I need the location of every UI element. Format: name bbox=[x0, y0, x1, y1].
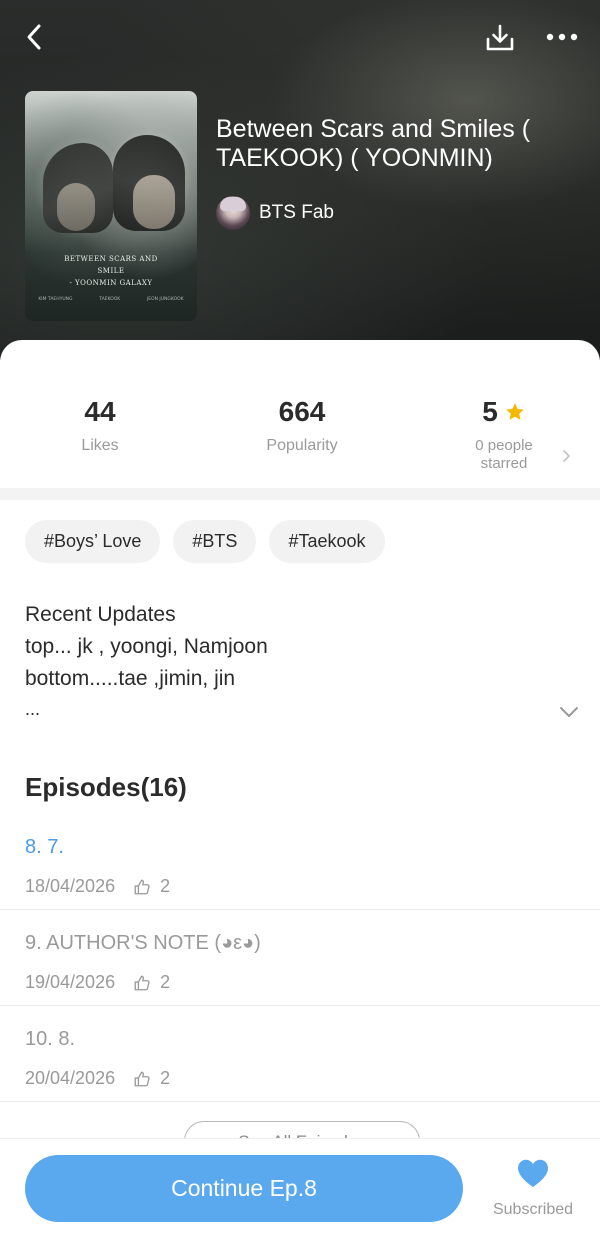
cover-name-right: JEON JUNGKOOK bbox=[146, 297, 184, 302]
thumbs-up-icon bbox=[134, 975, 150, 990]
likes-stat: 44 Likes bbox=[0, 394, 200, 455]
author-avatar bbox=[216, 196, 250, 230]
book-cover: BETWEEN SCARS AND SMILE - YOONMIN GALAXY… bbox=[25, 91, 197, 321]
episode-title: 9. AUTHOR'S NOTE (◕ε◕) bbox=[25, 932, 261, 954]
episode-likes: 2 bbox=[160, 972, 171, 992]
tag-boys-love[interactable]: #Boys’ Love bbox=[25, 520, 161, 563]
episodes-heading: Episodes(16) bbox=[25, 772, 187, 802]
thumbs-up-icon bbox=[134, 879, 150, 894]
chevron-down-icon[interactable] bbox=[556, 700, 582, 724]
likes-value: 44 bbox=[84, 396, 116, 427]
subscribe-button[interactable]: Subscribed bbox=[488, 1158, 578, 1224]
cover-face-left bbox=[57, 183, 95, 231]
rating-row: 5 bbox=[404, 394, 600, 430]
popularity-value: 664 bbox=[278, 396, 326, 427]
row-divider bbox=[0, 1101, 600, 1102]
chevron-right-icon[interactable] bbox=[558, 448, 574, 464]
more-options-button[interactable] bbox=[540, 20, 584, 54]
cover-face-right bbox=[133, 175, 175, 229]
popularity-label: Popularity bbox=[266, 437, 338, 454]
rating-label: 0 people starred bbox=[475, 437, 533, 472]
episode-date: 19/04/2026 bbox=[25, 972, 116, 992]
chevron-left-icon bbox=[27, 24, 41, 50]
download-button[interactable] bbox=[480, 18, 520, 58]
more-horizontal-icon bbox=[546, 33, 578, 41]
download-icon bbox=[486, 24, 514, 51]
cover-name-mid: TAEKOOK bbox=[99, 297, 121, 302]
episode-date: 20/04/2026 bbox=[25, 1068, 116, 1088]
continue-reading-button[interactable]: Continue Ep.8 bbox=[25, 1155, 463, 1222]
recent-updates-line: top... jk , yoongi, Namjoon bbox=[25, 635, 268, 658]
likes-label: Likes bbox=[81, 437, 119, 454]
cover-title-line3: - YOONMIN GALAXY bbox=[69, 279, 153, 287]
recent-updates-heading: Recent Updates bbox=[25, 603, 176, 626]
author-name: BTS Fab bbox=[259, 202, 334, 223]
episode-date: 18/04/2026 bbox=[25, 876, 116, 896]
episode-row[interactable]: 8. 7. 18/04/2026 2 bbox=[0, 814, 600, 910]
episode-meta: 20/04/2026 2 bbox=[25, 1068, 170, 1089]
episode-row[interactable]: 9. AUTHOR'S NOTE (◕ε◕) 19/04/2026 2 bbox=[0, 910, 600, 1006]
book-title: Between Scars and Smiles ( TAEKOOK) ( YO… bbox=[216, 115, 531, 172]
star-icon bbox=[506, 403, 524, 420]
cover-names: KIM TAEHYUNG TAEKOOK JEON JUNGKOOK bbox=[25, 297, 197, 302]
episode-meta: 18/04/2026 2 bbox=[25, 876, 170, 897]
episode-likes: 2 bbox=[160, 876, 171, 896]
episode-title: 8. 7. bbox=[25, 836, 64, 858]
back-button[interactable] bbox=[18, 20, 52, 54]
hero-header: BETWEEN SCARS AND SMILE - YOONMIN GALAXY… bbox=[0, 0, 600, 360]
thumbs-up-icon bbox=[134, 1071, 150, 1086]
cover-name-left: KIM TAEHYUNG bbox=[38, 297, 73, 302]
episode-title: 10. 8. bbox=[25, 1028, 76, 1050]
episode-meta: 19/04/2026 2 bbox=[25, 972, 170, 993]
episode-likes: 2 bbox=[160, 1068, 171, 1088]
cover-title-line1: BETWEEN SCARS AND bbox=[64, 255, 158, 263]
episode-row[interactable]: 10. 8. 20/04/2026 2 bbox=[0, 1006, 600, 1102]
popularity-stat: 664 Popularity bbox=[202, 394, 402, 455]
heart-icon bbox=[518, 1159, 548, 1187]
tag-bts[interactable]: #BTS bbox=[173, 520, 257, 563]
cover-title-line2: SMILE bbox=[97, 267, 125, 275]
recent-updates-line: bottom.....tae ,jimin, jin bbox=[25, 667, 236, 690]
section-divider bbox=[0, 488, 600, 500]
rating-value: 5 bbox=[482, 396, 498, 427]
tag-list: #Boys’ Love #BTS #Taekook bbox=[25, 520, 385, 563]
recent-updates-ellipsis: ... bbox=[25, 699, 41, 719]
subscribed-label: Subscribed bbox=[492, 1201, 574, 1218]
tag-taekook[interactable]: #Taekook bbox=[269, 520, 385, 563]
author-link[interactable]: BTS Fab bbox=[216, 196, 334, 230]
